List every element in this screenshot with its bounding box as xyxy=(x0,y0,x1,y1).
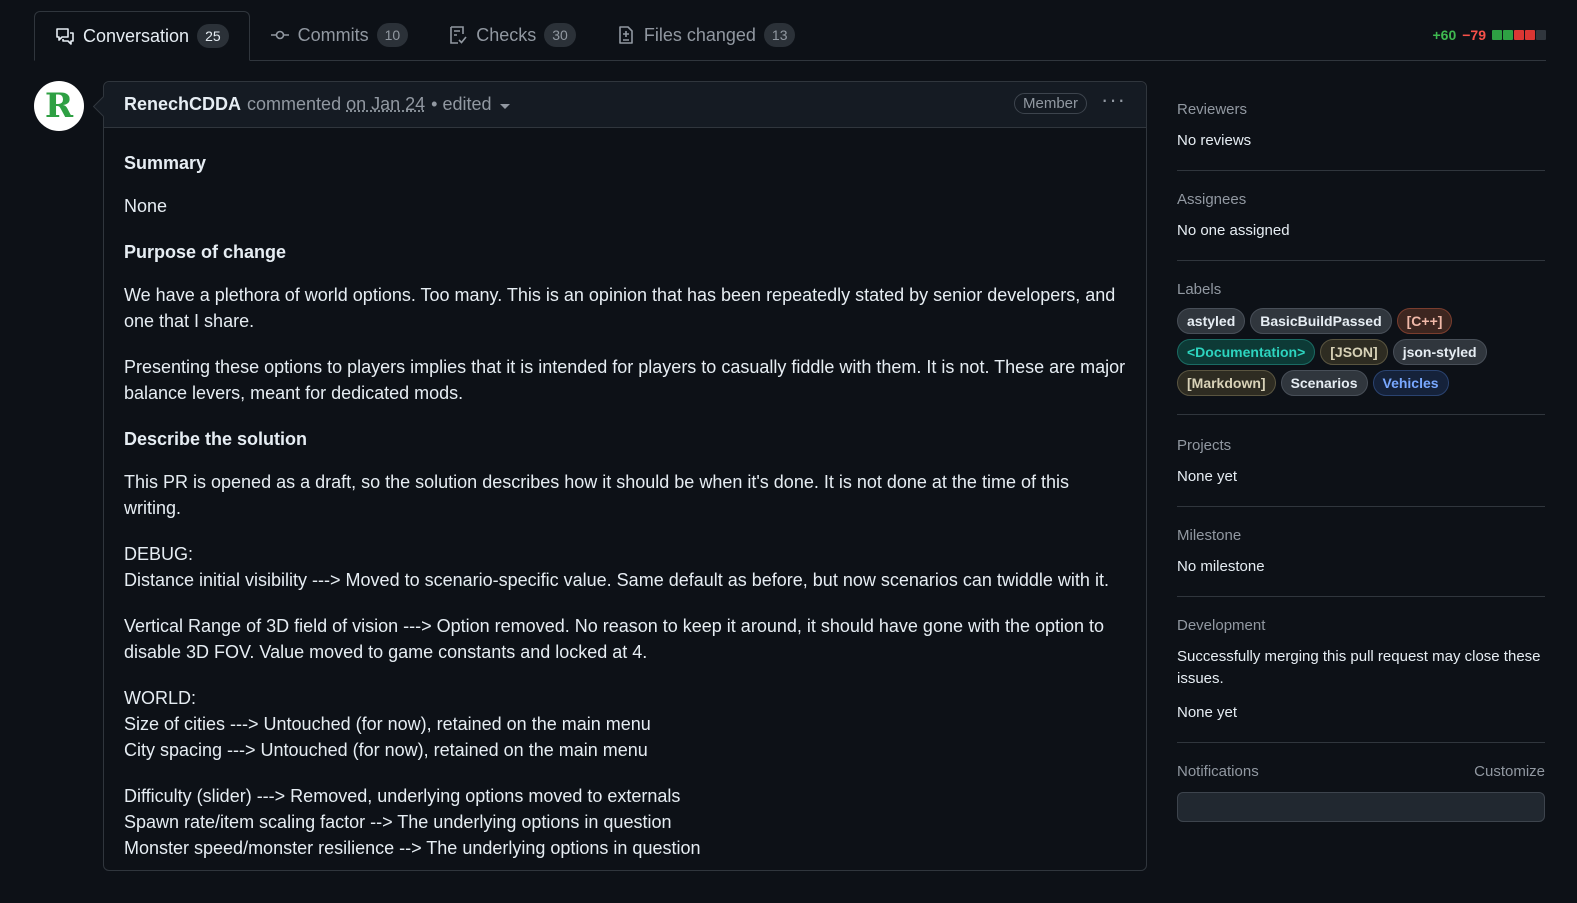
heading-purpose: Purpose of change xyxy=(124,239,1126,265)
sidebar-heading[interactable]: Labels xyxy=(1177,281,1221,298)
world-line: City spacing ---> Untouched (for now), r… xyxy=(124,740,648,760)
sidebar-value: No reviews xyxy=(1177,130,1545,152)
diffstat-bar xyxy=(1536,30,1546,40)
world-line: WORLD: xyxy=(124,688,196,708)
tab-label: Files changed xyxy=(644,25,756,46)
sidebar-heading[interactable]: Milestone xyxy=(1177,527,1241,544)
sidebar-heading: Notifications xyxy=(1177,763,1259,780)
sidebar-value: None yet xyxy=(1177,702,1545,724)
sidebar-heading[interactable]: Projects xyxy=(1177,437,1231,454)
comment-action: commented xyxy=(247,94,341,115)
diffstat-bar xyxy=(1525,30,1535,40)
label-pill[interactable]: Scenarios xyxy=(1281,370,1368,396)
sidebar-heading[interactable]: Reviewers xyxy=(1177,101,1247,118)
role-badge: Member xyxy=(1014,93,1087,114)
tab-counter: 25 xyxy=(197,24,229,48)
label-pill[interactable]: [Markdown] xyxy=(1177,370,1276,396)
tab-counter: 10 xyxy=(377,23,409,47)
avatar-letter: R xyxy=(45,86,73,126)
sidebar: Reviewers No reviews Assignees No one as… xyxy=(1177,91,1545,840)
sidebar-reviewers: Reviewers No reviews xyxy=(1177,91,1545,171)
sidebar-development: Development Successfully merging this pu… xyxy=(1177,597,1545,743)
heading-solution: Describe the solution xyxy=(124,426,1126,452)
tab-commits[interactable]: Commits 10 xyxy=(250,10,429,60)
comment-header: RenechCDDA commented on Jan 24 • edited … xyxy=(104,82,1146,128)
comment-discussion-icon xyxy=(55,26,75,46)
tab-label: Commits xyxy=(298,25,369,46)
summary-text: None xyxy=(124,193,1126,219)
label-pill[interactable]: [JSON] xyxy=(1320,339,1387,365)
label-pill[interactable]: astyled xyxy=(1177,308,1245,334)
sidebar-heading[interactable]: Assignees xyxy=(1177,191,1246,208)
development-description: Successfully merging this pull request m… xyxy=(1177,646,1545,690)
tab-counter: 30 xyxy=(544,23,576,47)
avatar[interactable]: R xyxy=(34,81,84,131)
sidebar-notifications: Notifications Customize xyxy=(1177,743,1545,840)
checklist-icon xyxy=(448,25,468,45)
tab-label: Checks xyxy=(476,25,536,46)
sidebar-value: No one assigned xyxy=(1177,220,1545,242)
diffstat-deletions: −79 xyxy=(1462,27,1486,43)
label-pill[interactable]: BasicBuildPassed xyxy=(1250,308,1391,334)
debug-line: Distance initial visibility ---> Moved t… xyxy=(124,570,1109,590)
comment-date[interactable]: on Jan 24 xyxy=(346,94,425,115)
comment-author[interactable]: RenechCDDA xyxy=(124,94,241,115)
diffstat-bar xyxy=(1514,30,1524,40)
subscribe-button[interactable] xyxy=(1177,792,1545,822)
heading-summary: Summary xyxy=(124,150,1126,176)
difficulty-line: Spawn rate/item scaling factor --> The u… xyxy=(124,812,671,832)
tab-conversation[interactable]: Conversation 25 xyxy=(34,11,250,61)
git-commit-icon xyxy=(270,25,290,45)
difficulty-line: Difficulty (slider) ---> Removed, underl… xyxy=(124,786,680,806)
diffstat-bar xyxy=(1492,30,1502,40)
debug-block: DEBUG: Distance initial visibility ---> … xyxy=(124,541,1126,593)
diffstat-additions: +60 xyxy=(1433,27,1457,43)
comment-box: RenechCDDA commented on Jan 24 • edited … xyxy=(103,81,1147,871)
vertical-range-paragraph: Vertical Range of 3D field of vision ---… xyxy=(124,613,1126,665)
diffstat-bar xyxy=(1503,30,1513,40)
label-pill[interactable]: [C++] xyxy=(1397,308,1453,334)
comment-edited[interactable]: • edited xyxy=(431,94,491,115)
debug-line: DEBUG: xyxy=(124,544,193,564)
sidebar-heading[interactable]: Development xyxy=(1177,617,1265,634)
sidebar-milestone: Milestone No milestone xyxy=(1177,507,1545,597)
label-pill[interactable]: <Documentation> xyxy=(1177,339,1315,365)
sidebar-value: No milestone xyxy=(1177,556,1545,578)
label-pill[interactable]: json-styled xyxy=(1393,339,1487,365)
label-pill[interactable]: Vehicles xyxy=(1373,370,1449,396)
kebab-menu-icon[interactable]: ··· xyxy=(1101,93,1126,107)
tab-files-changed[interactable]: Files changed 13 xyxy=(596,10,816,60)
chevron-down-icon[interactable] xyxy=(500,104,510,109)
tab-label: Conversation xyxy=(83,26,189,47)
solution-paragraph: This PR is opened as a draft, so the sol… xyxy=(124,469,1126,521)
world-block: WORLD: Size of cities ---> Untouched (fo… xyxy=(124,685,1126,763)
sidebar-value: None yet xyxy=(1177,466,1545,488)
sidebar-assignees: Assignees No one assigned xyxy=(1177,171,1545,261)
difficulty-line: Monster speed/monster resilience --> The… xyxy=(124,838,700,858)
diffstat-bars xyxy=(1492,30,1546,40)
tab-checks[interactable]: Checks 30 xyxy=(428,10,596,60)
sidebar-projects: Projects None yet xyxy=(1177,415,1545,507)
purpose-paragraph-1: We have a plethora of world options. Too… xyxy=(124,282,1126,334)
customize-link[interactable]: Customize xyxy=(1474,763,1545,780)
difficulty-block: Difficulty (slider) ---> Removed, underl… xyxy=(124,783,1126,861)
sidebar-labels: Labels astyled BasicBuildPassed [C++] <Docu… xyxy=(1177,261,1545,415)
diffstat: +60 −79 xyxy=(1433,27,1547,43)
pr-tabs: Conversation 25 Commits 10 Checks 30 Fil… xyxy=(34,11,1546,61)
comment-body: Summary None Purpose of change We have a… xyxy=(104,128,1146,903)
label-list: astyled BasicBuildPassed [C++] <Documentati… xyxy=(1177,308,1545,396)
purpose-paragraph-2: Presenting these options to players impl… xyxy=(124,354,1126,406)
world-line: Size of cities ---> Untouched (for now),… xyxy=(124,714,651,734)
file-diff-icon xyxy=(616,25,636,45)
tab-counter: 13 xyxy=(764,23,796,47)
